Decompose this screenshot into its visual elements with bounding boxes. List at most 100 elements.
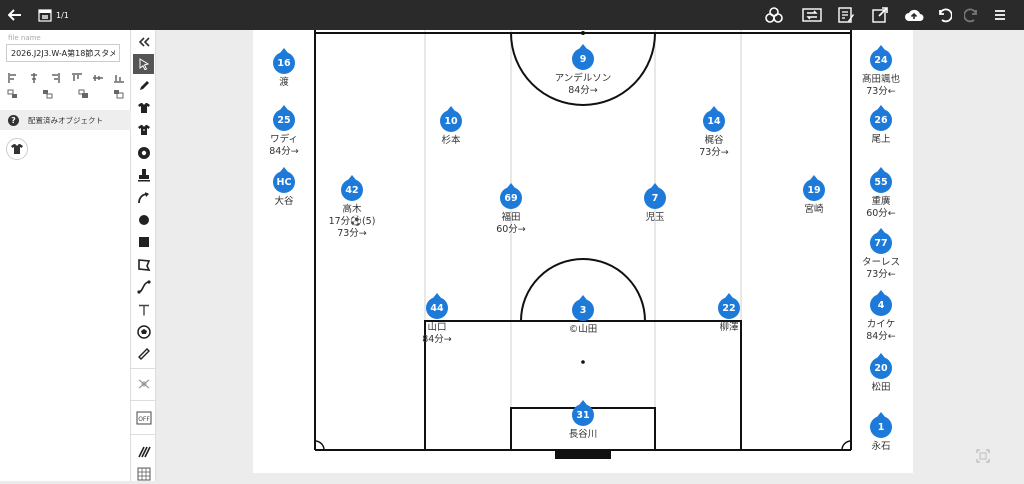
share-icon[interactable] — [868, 3, 892, 27]
player-7[interactable]: 7 児玉 — [600, 183, 710, 224]
ball-icon[interactable] — [133, 143, 154, 163]
canvas-area[interactable]: 9 アンデルソン 84分→ 10 杉本 14 梶谷 73分→ 42 高木 17分… — [156, 30, 1024, 481]
player-name: 髙田颯也 — [861, 74, 900, 85]
bench-player-77[interactable]: 77 ターレス 73分← — [826, 228, 936, 281]
player-badge: 77 — [870, 228, 892, 254]
player-22[interactable]: 22 柳澤 — [674, 293, 784, 334]
group-icon[interactable] — [6, 88, 20, 100]
align-top-icon[interactable] — [70, 72, 84, 84]
player-31[interactable]: 31 長谷川 — [528, 400, 638, 441]
player-badge: 69 — [500, 183, 522, 209]
player-badge: 42 — [341, 175, 363, 201]
align-center-icon[interactable] — [27, 72, 41, 84]
formation-sheet[interactable]: 9 アンデルソン 84分→ 10 杉本 14 梶谷 73分→ 42 高木 17分… — [253, 30, 913, 473]
align-bottom-icon[interactable] — [112, 72, 126, 84]
curve-arrow-icon[interactable] — [133, 188, 154, 208]
player-badge: 4 — [870, 290, 892, 316]
align-middle-icon[interactable] — [91, 72, 105, 84]
shirt-dark-icon[interactable] — [133, 120, 154, 140]
pointer-icon[interactable] — [133, 54, 154, 74]
ruler-icon[interactable] — [133, 344, 154, 364]
stamp-icon[interactable] — [133, 165, 154, 185]
off-toggle-icon[interactable]: OFF — [133, 408, 154, 428]
player-badge: 16 — [273, 48, 295, 74]
bench-player-25[interactable]: 25 ワディ 84分→ — [229, 105, 339, 158]
back-arrow-icon[interactable] — [4, 3, 26, 27]
edit-notes-icon[interactable] — [834, 3, 858, 27]
page-count: 1/1 — [56, 10, 69, 20]
ungroup-icon[interactable] — [41, 88, 55, 100]
square-icon[interactable] — [133, 232, 154, 252]
align-right-icon[interactable] — [48, 72, 62, 84]
player-3[interactable]: 3 ©山田 — [528, 295, 638, 336]
swap-icon[interactable] — [800, 3, 824, 27]
player-note: 17分⚽(5) — [328, 216, 376, 227]
bench-player-16[interactable]: 16 渡 — [229, 48, 339, 89]
player-name: 柳澤 — [719, 322, 739, 333]
left-panel: file name ? 配置済みオブジェクト — [0, 30, 131, 481]
player-name: 福田 — [501, 212, 521, 223]
player-note: 84分→ — [568, 85, 598, 96]
line-icon[interactable] — [133, 277, 154, 297]
player-badge: 55 — [870, 167, 892, 193]
align-left-icon[interactable] — [6, 72, 20, 84]
file-name-label: file name — [8, 34, 41, 42]
grid-icon[interactable] — [133, 464, 154, 484]
send-back-icon[interactable] — [112, 88, 126, 100]
bench-player-24[interactable]: 24 髙田颯也 73分← — [826, 45, 936, 98]
ball-outline-icon[interactable] — [133, 322, 154, 342]
tool-strip: OFF — [131, 30, 156, 481]
player-badge: 1 — [870, 412, 892, 438]
player-note: 60分→ — [496, 224, 526, 235]
pages-icon[interactable] — [36, 3, 54, 27]
player-badge: 7 — [644, 183, 666, 209]
player-note: 60分← — [866, 208, 896, 219]
player-name: 長谷川 — [568, 429, 598, 440]
player-name: アンデルソン — [554, 73, 612, 84]
player-badge: 3 — [572, 295, 594, 321]
player-badge: 31 — [572, 400, 594, 426]
bench-player-26[interactable]: 26 尾上 — [826, 105, 936, 146]
player-9[interactable]: 9 アンデルソン 84分→ — [528, 44, 638, 97]
text-icon[interactable] — [133, 300, 154, 320]
bench-player-20[interactable]: 20 松田 — [826, 353, 936, 394]
player-note: 73分← — [866, 86, 896, 97]
menu-icon[interactable] — [988, 3, 1012, 27]
shirt-icon[interactable] — [133, 98, 154, 118]
cloud-upload-icon[interactable] — [902, 3, 926, 27]
pattern-icon[interactable] — [133, 442, 154, 462]
formation-icon[interactable] — [133, 374, 154, 394]
player-name: 山口 — [427, 322, 447, 333]
polygon-icon[interactable] — [133, 255, 154, 275]
file-name-input[interactable] — [6, 44, 120, 62]
tool-separator — [131, 368, 156, 369]
undo-icon[interactable] — [932, 3, 956, 27]
bench-player-1[interactable]: 1 永石 — [826, 412, 936, 453]
player-name: ターレス — [861, 257, 900, 268]
player-badge: 25 — [273, 105, 295, 131]
player-badge: 22 — [718, 293, 740, 319]
player-note: 73分→ — [699, 147, 729, 158]
player-44[interactable]: 44 山口 84分→ — [382, 293, 492, 346]
bench-player-55[interactable]: 55 重廣 60分← — [826, 167, 936, 220]
circle-icon[interactable] — [133, 210, 154, 230]
placed-shirt-icon[interactable] — [6, 138, 28, 160]
bench-head-coach[interactable]: HC 大谷 — [229, 167, 339, 208]
player-name: 渡 — [279, 77, 289, 88]
bring-front-icon[interactable] — [77, 88, 91, 100]
pen-icon[interactable] — [133, 76, 154, 96]
bench-player-4[interactable]: 4 カイケ 84分← — [826, 290, 936, 343]
player-14[interactable]: 14 梶谷 73分→ — [659, 106, 769, 159]
collapse-icon[interactable] — [133, 32, 154, 52]
redo-icon[interactable] — [960, 3, 984, 27]
player-name: ©山田 — [568, 324, 598, 335]
player-name: 永石 — [871, 441, 891, 452]
player-name: 大谷 — [274, 196, 294, 207]
player-name: 重廣 — [871, 196, 891, 207]
help-icon[interactable]: ? — [8, 114, 19, 126]
fit-screen-icon[interactable] — [976, 448, 990, 463]
player-name: 梶谷 — [704, 135, 724, 146]
shapes-icon[interactable] — [762, 3, 786, 27]
player-10[interactable]: 10 杉本 — [396, 106, 506, 147]
player-69[interactable]: 69 福田 60分→ — [456, 183, 566, 236]
